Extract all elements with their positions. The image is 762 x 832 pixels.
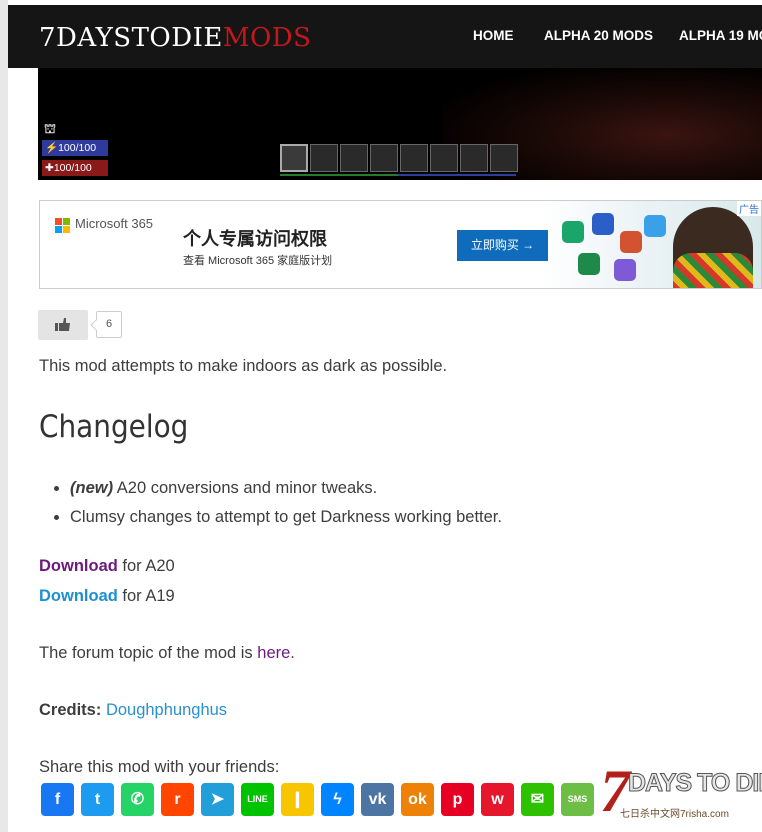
sms-share-icon[interactable]: SMS (561, 783, 594, 816)
thumbs-up-icon (55, 318, 70, 331)
powerpoint-app-icon (620, 231, 642, 253)
ad-person-image (673, 207, 753, 288)
site-logo[interactable]: 7DAYSTODIEMODS (39, 23, 311, 53)
wechat-share-icon[interactable]: ✉ (521, 783, 554, 816)
download-a20-link[interactable]: Download (39, 557, 118, 575)
ad-tag[interactable]: 广告 (737, 201, 761, 216)
logo-text-main: 7DAYSTODIE (39, 23, 223, 53)
reddit-share-icon[interactable]: r (161, 783, 194, 816)
like-count: 6 (96, 311, 122, 338)
designer-app-icon (614, 259, 636, 281)
changelog-list: (new) A20 conversions and minor tweaks. … (52, 479, 502, 537)
hotbar-slot (280, 144, 308, 172)
word-app-icon (592, 213, 614, 235)
vk-share-icon[interactable]: vk (361, 783, 394, 816)
ad-buy-button[interactable]: 立即购买 → (457, 230, 548, 261)
forum-end: . (290, 644, 295, 662)
ad-title: 个人专属访问权限 (183, 229, 327, 249)
mod-screenshot: ⛫ ⚡100/100 ✚100/100 (38, 68, 762, 180)
forum-line: The forum topic of the mod is here. (39, 644, 295, 663)
download-a20-line: Download for A20 (39, 557, 175, 576)
site-header: 7DAYSTODIEMODS HOME ALPHA 20 MODS ALPHA … (8, 5, 762, 68)
changelog-text: A20 conversions and minor tweaks. (113, 479, 378, 497)
like-button[interactable] (38, 310, 88, 340)
hotbar-slot (310, 144, 338, 172)
line-share-icon[interactable]: LINE (241, 783, 274, 816)
changelog-heading: Changelog (39, 409, 189, 445)
health-value: 100/100 (53, 162, 92, 174)
weibo-share-icon[interactable]: w (481, 783, 514, 816)
share-buttons: f t ✆ r ➤ LINE ❙ ϟ vk ok p w ✉ SMS (41, 783, 601, 816)
watermark-title: DAYS TO DIE (628, 769, 762, 798)
list-item: Clumsy changes to attempt to get Darknes… (70, 508, 502, 527)
advertisement-banner[interactable]: Microsoft 365 个人专属访问权限 查看 Microsoft 365 … (39, 200, 762, 289)
stamina-bar: ⚡100/100 (42, 140, 108, 156)
ad-brand: Microsoft 365 (75, 216, 154, 231)
ad-subtitle: 查看 Microsoft 365 家庭版计划 (183, 255, 333, 267)
nav-home[interactable]: HOME (473, 28, 514, 43)
teams-app-icon (562, 221, 584, 243)
microsoft-logo-icon (55, 218, 70, 233)
hotbar-slot (370, 144, 398, 172)
excel-app-icon (578, 253, 600, 275)
whatsapp-share-icon[interactable]: ✆ (121, 783, 154, 816)
water-meter (398, 174, 516, 176)
credits-line: Credits: Doughphunghus (39, 701, 227, 720)
hotbar (280, 144, 520, 172)
page-left-strip (0, 0, 8, 832)
twitter-share-icon[interactable]: t (81, 783, 114, 816)
facebook-share-icon[interactable]: f (41, 783, 74, 816)
list-item: (new) A20 conversions and minor tweaks. (70, 479, 502, 498)
odnoklassniki-share-icon[interactable]: ok (401, 783, 434, 816)
site-watermark: 7 DAYS TO DIE 七日杀中文网7risha.com (600, 757, 762, 832)
hotbar-slot (460, 144, 488, 172)
watermark-subtitle: 七日杀中文网7risha.com (620, 809, 729, 820)
download-a20-suffix: for A20 (117, 557, 175, 575)
nav-alpha19-mods[interactable]: ALPHA 19 MO (679, 28, 762, 43)
share-label: Share this mod with your friends: (39, 758, 280, 776)
logo-text-mods: MODS (222, 23, 312, 53)
health-bar: ✚100/100 (42, 160, 108, 176)
pinterest-share-icon[interactable]: p (441, 783, 474, 816)
hotbar-slot (400, 144, 428, 172)
download-a19-link[interactable]: Download (39, 587, 118, 605)
download-a19-suffix: for A19 (117, 587, 175, 605)
nav-alpha20-mods[interactable]: ALPHA 20 MODS (544, 28, 653, 43)
forum-text: The forum topic of the mod is (39, 644, 258, 662)
messenger-share-icon[interactable]: ϟ (321, 783, 354, 816)
download-a19-line: Download for A19 (39, 587, 175, 606)
forum-link[interactable]: here (257, 644, 290, 662)
onedrive-app-icon (644, 215, 666, 237)
telegram-share-icon[interactable]: ➤ (201, 783, 234, 816)
mod-description: This mod attempts to make indoors as dar… (39, 357, 448, 375)
changelog-text: Clumsy changes to attempt to get Darknes… (70, 508, 502, 526)
new-tag: (new) (70, 479, 114, 497)
stamina-value: 100/100 (58, 142, 97, 154)
hotbar-slot (490, 144, 518, 172)
kakao-share-icon[interactable]: ❙ (281, 783, 314, 816)
credits-label: Credits: (39, 701, 102, 719)
food-meter (280, 174, 398, 176)
player-status-icon: ⛫ (44, 121, 56, 136)
credits-author-link[interactable]: Doughphunghus (106, 701, 227, 719)
hotbar-slot (430, 144, 458, 172)
hotbar-slot (340, 144, 368, 172)
